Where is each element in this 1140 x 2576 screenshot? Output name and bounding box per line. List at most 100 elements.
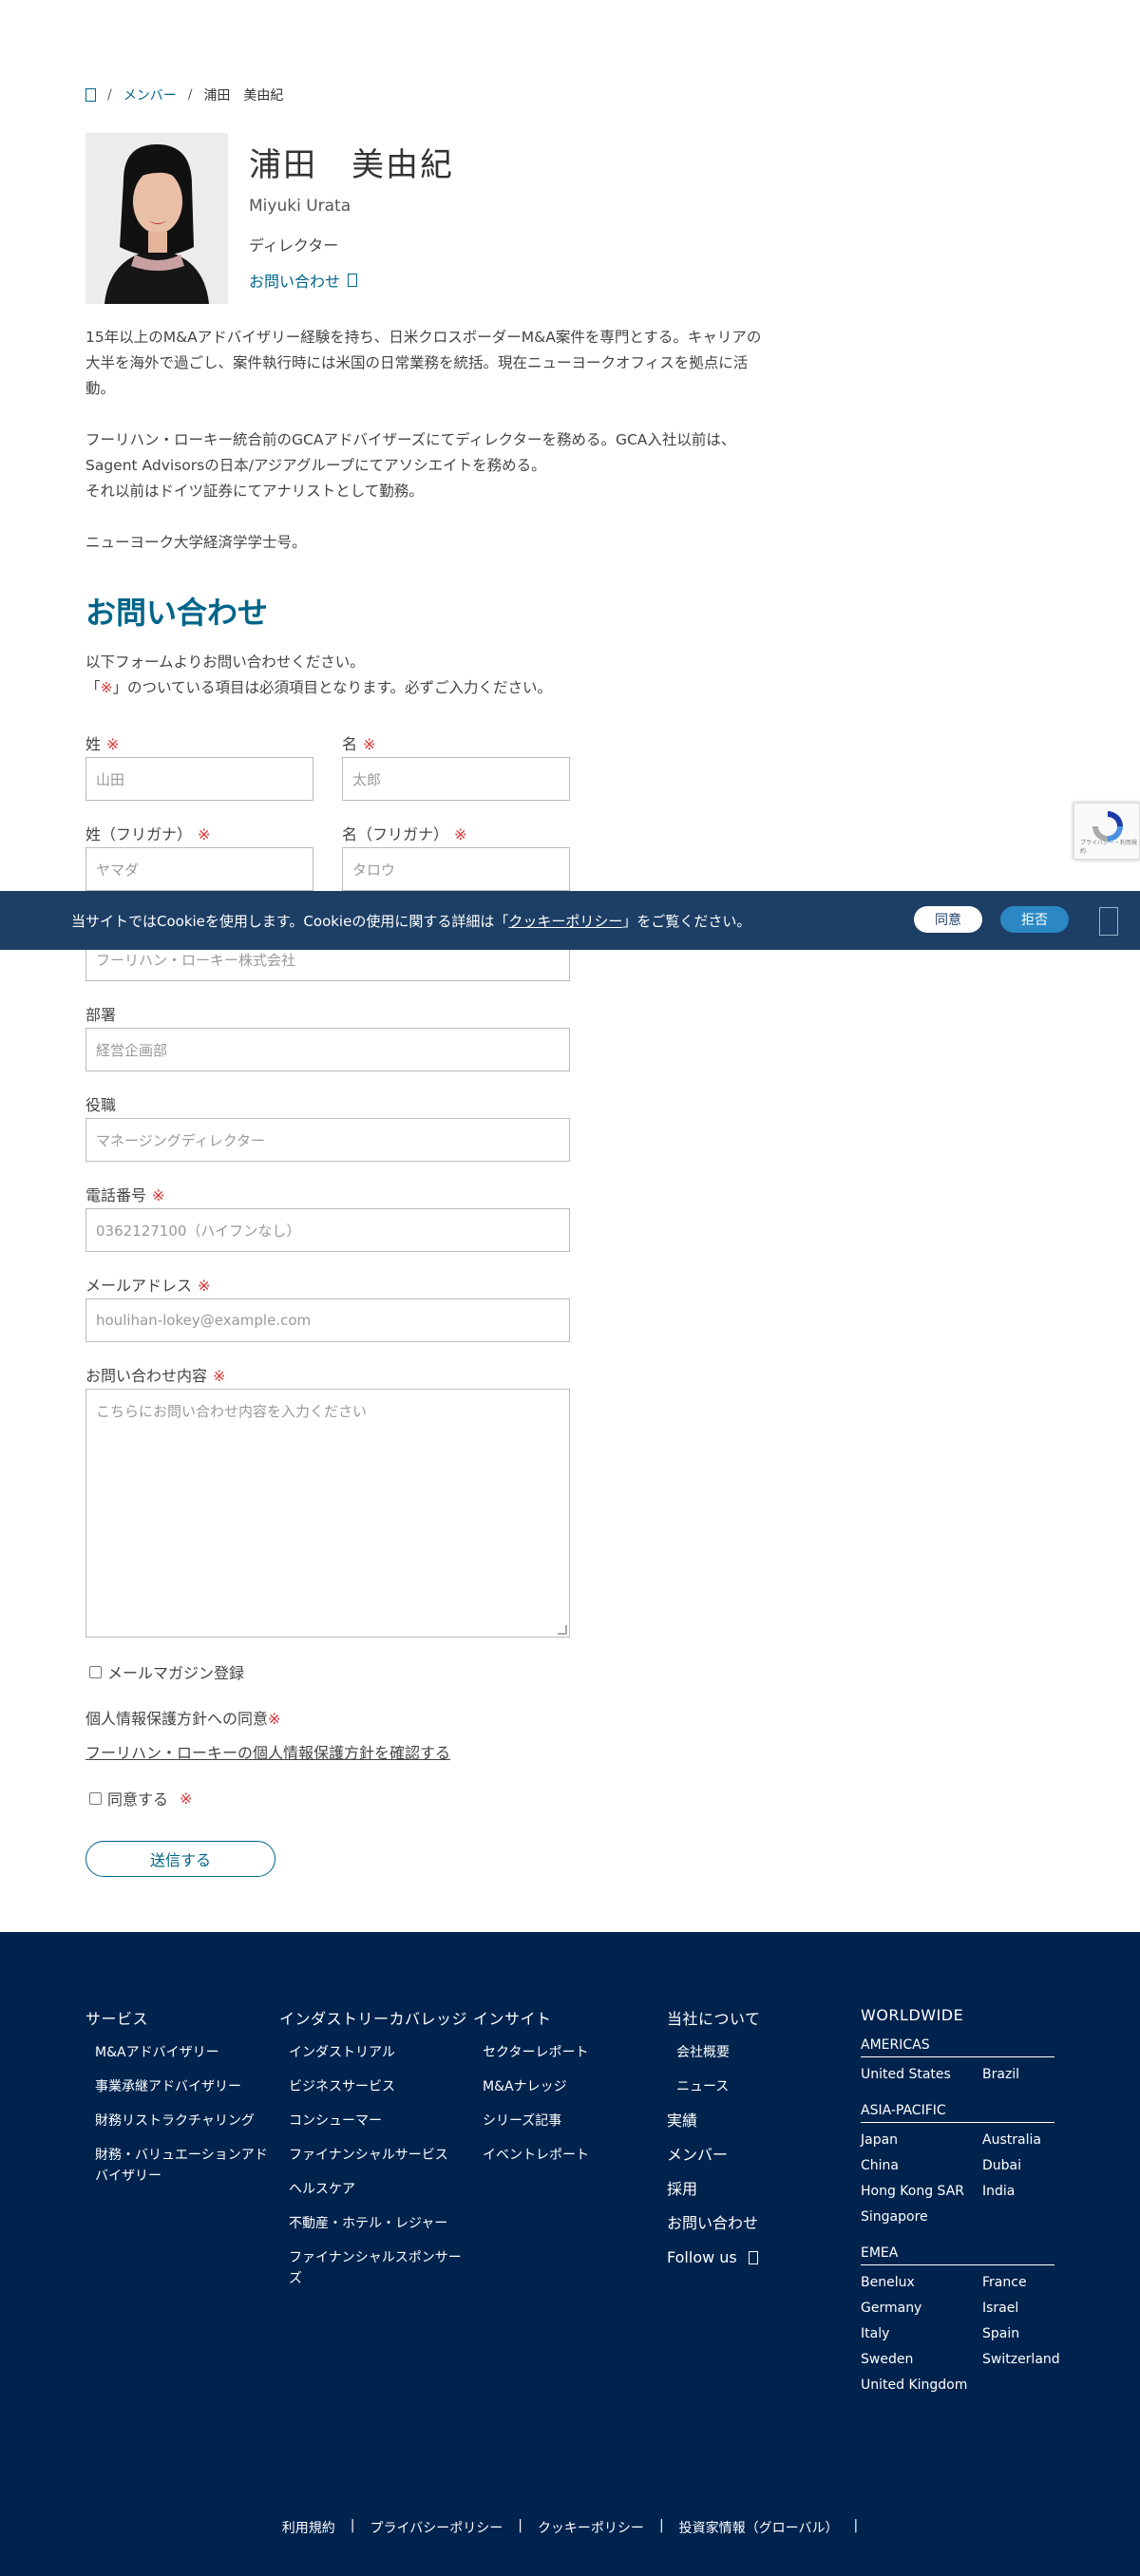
recaptcha-text: プライバシー・利用規約 bbox=[1080, 840, 1137, 855]
site-footer: サービス M&Aアドバイザリー 事業承継アドバイザリー 財務リストラクチャリング… bbox=[0, 1932, 1140, 2576]
profile-name-en: Miyuki Urata bbox=[249, 197, 352, 216]
investor-link[interactable]: 投資家情報（グローバル） bbox=[679, 2518, 839, 2537]
external-link-icon bbox=[748, 2251, 758, 2264]
terms-link[interactable]: 利用規約 bbox=[282, 2518, 335, 2537]
country-link[interactable]: Singapore bbox=[861, 2209, 982, 2225]
country-link[interactable]: Germany bbox=[861, 2301, 982, 2316]
footer-link[interactable]: メンバー bbox=[667, 2145, 847, 2166]
message-placeholder: こちらにお問い合わせ内容を入力ください bbox=[96, 1403, 368, 1420]
privacy-policy-link[interactable]: フーリハン・ローキーの個人情報保護方針を確認する bbox=[86, 1740, 450, 1763]
footer-link[interactable]: 財務リストラクチャリング bbox=[86, 2111, 276, 2131]
country-link[interactable]: Spain bbox=[982, 2326, 1077, 2341]
newsletter-option[interactable]: メールマガジン登録 bbox=[89, 1660, 244, 1683]
footer-col-title[interactable]: インダストリーカバレッジ bbox=[279, 2006, 474, 2029]
country-link[interactable]: Dubai bbox=[982, 2158, 1077, 2173]
footer-col-title[interactable]: インサイト bbox=[473, 2006, 654, 2029]
footer-link[interactable]: ニュース bbox=[667, 2076, 847, 2097]
last-kana-label: 姓（フリガナ） ※ bbox=[86, 825, 211, 843]
department-input[interactable]: 経営企画部 bbox=[86, 1028, 570, 1071]
country-link[interactable]: United States bbox=[861, 2067, 982, 2082]
region-asia-pacific: ASIA-PACIFIC bbox=[861, 2103, 1054, 2123]
country-link[interactable]: India bbox=[982, 2184, 1077, 2199]
region-americas: AMERICAS bbox=[861, 2037, 1054, 2057]
country-link[interactable]: Australia bbox=[982, 2132, 1077, 2148]
breadcrumb-members-link[interactable]: メンバー bbox=[124, 85, 177, 104]
message-textarea[interactable]: こちらにお問い合わせ内容を入力ください bbox=[86, 1389, 570, 1638]
first-kana-input[interactable]: タロウ bbox=[342, 847, 570, 891]
consent-title: 個人情報保護方針への同意※ bbox=[86, 1710, 281, 1728]
footer-link[interactable]: M&Aアドバイザリー bbox=[86, 2042, 276, 2063]
footer-link[interactable]: 事業承継アドバイザリー bbox=[86, 2076, 276, 2097]
footer-col-title[interactable]: サービス bbox=[86, 2006, 276, 2029]
country-link[interactable]: Sweden bbox=[861, 2352, 982, 2367]
follow-us-link[interactable]: Follow us bbox=[667, 2247, 847, 2268]
bio-paragraph: 15年以上のM&Aアドバイザリー経験を持ち、日米クロスボーダーM&A案件を専門と… bbox=[86, 329, 762, 397]
resize-grip-icon[interactable] bbox=[558, 1625, 567, 1635]
profile-info: 浦田 美由紀 Miyuki Urata ディレクター お問い合わせ bbox=[249, 133, 454, 304]
first-name-input[interactable]: 太郎 bbox=[342, 757, 570, 801]
country-link[interactable]: Italy bbox=[861, 2326, 982, 2341]
newsletter-checkbox[interactable] bbox=[89, 1665, 102, 1678]
profile-bio: 15年以上のM&Aアドバイザリー経験を持ち、日米クロスボーダーM&A案件を専門と… bbox=[86, 325, 765, 581]
close-icon[interactable] bbox=[1099, 907, 1118, 936]
footer-link[interactable]: インダストリアル bbox=[279, 2042, 474, 2063]
cookie-policy-link[interactable]: クッキーポリシー bbox=[508, 913, 622, 930]
profile-photo bbox=[86, 133, 228, 304]
country-list: Benelux France Germany Israel Italy Spai… bbox=[861, 2275, 1089, 2393]
country-link[interactable]: Japan bbox=[861, 2132, 982, 2148]
profile-contact-link[interactable]: お問い合わせ bbox=[249, 269, 358, 292]
agree-label: 同意する bbox=[107, 1790, 169, 1809]
country-link[interactable]: Hong Kong SAR bbox=[861, 2184, 982, 2199]
footer-link[interactable]: 採用 bbox=[667, 2179, 847, 2200]
footer-link[interactable]: 財務・バリュエーションアドバイザリー bbox=[86, 2145, 276, 2187]
footer-col-title[interactable]: 当社について bbox=[667, 2006, 847, 2029]
country-link[interactable]: Benelux bbox=[861, 2275, 982, 2290]
country-link[interactable]: Israel bbox=[982, 2301, 1077, 2316]
profile-name-ja: 浦田 美由紀 bbox=[249, 146, 454, 184]
phone-input[interactable]: 0362127100（ハイフンなし） bbox=[86, 1208, 570, 1252]
country-link[interactable]: France bbox=[982, 2275, 1077, 2290]
bio-paragraph: ニューヨーク大学経済学学士号。 bbox=[86, 534, 307, 551]
footer-link[interactable]: セクターレポート bbox=[473, 2042, 654, 2063]
agree-option[interactable]: 同意する ※ bbox=[89, 1787, 192, 1809]
footer-link[interactable]: ファイナンシャルサービス bbox=[279, 2145, 474, 2166]
email-input[interactable]: houlihan-lokey@example.com bbox=[86, 1298, 570, 1342]
cookie-decline-button[interactable]: 拒否 bbox=[1000, 906, 1069, 933]
breadcrumb-current: 浦田 美由紀 bbox=[203, 88, 284, 104]
divider: | bbox=[518, 2518, 522, 2533]
footer-link[interactable]: イベントレポート bbox=[473, 2145, 654, 2166]
footer-link[interactable]: コンシューマー bbox=[279, 2111, 474, 2131]
recaptcha-badge[interactable]: プライバシー・利用規約 bbox=[1074, 803, 1140, 860]
submit-button[interactable]: 送信する bbox=[86, 1841, 276, 1877]
footer-link[interactable]: 会社概要 bbox=[667, 2042, 847, 2063]
divider: | bbox=[853, 2518, 859, 2533]
last-kana-input[interactable]: ヤマダ bbox=[86, 847, 314, 891]
first-name-label: 名 ※ bbox=[342, 735, 376, 753]
privacy-link[interactable]: プライバシーポリシー bbox=[370, 2518, 503, 2537]
cookie-policy-footer-link[interactable]: クッキーポリシー bbox=[538, 2518, 644, 2537]
agree-checkbox[interactable] bbox=[89, 1791, 102, 1805]
footer-link[interactable]: 実績 bbox=[667, 2111, 847, 2131]
required-mark: ※ bbox=[180, 1789, 193, 1808]
cookie-banner: 当サイトではCookieを使用します。Cookieの使用に関する詳細は「クッキー… bbox=[0, 891, 1140, 950]
footer-link[interactable]: シリーズ記事 bbox=[473, 2111, 654, 2131]
home-icon[interactable] bbox=[86, 88, 96, 102]
footer-link[interactable]: ファイナンシャルスポンサーズ bbox=[279, 2247, 474, 2289]
footer-col-company: 当社について 会社概要 ニュース 実績 メンバー 採用 お問い合わせ Follo… bbox=[667, 2006, 847, 2282]
country-link[interactable]: China bbox=[861, 2158, 982, 2173]
footer-link[interactable]: ヘルスケア bbox=[279, 2179, 474, 2200]
country-link[interactable]: Switzerland bbox=[982, 2352, 1077, 2367]
position-input[interactable]: マネージングディレクター bbox=[86, 1118, 570, 1162]
message-label: お問い合わせ内容 ※ bbox=[86, 1367, 226, 1385]
country-list: United States Brazil bbox=[861, 2067, 1089, 2082]
divider: | bbox=[658, 2518, 664, 2533]
cookie-agree-button[interactable]: 同意 bbox=[914, 906, 982, 933]
newsletter-label: メールマガジン登録 bbox=[107, 1664, 245, 1682]
country-link[interactable]: United Kingdom bbox=[861, 2377, 982, 2393]
footer-link[interactable]: お問い合わせ bbox=[667, 2213, 847, 2234]
footer-link[interactable]: M&Aナレッジ bbox=[473, 2076, 654, 2097]
footer-link[interactable]: 不動産・ホテル・レジャー bbox=[279, 2213, 474, 2234]
country-link[interactable]: Brazil bbox=[982, 2067, 1077, 2082]
last-name-input[interactable]: 山田 bbox=[86, 757, 314, 801]
footer-link[interactable]: ビジネスサービス bbox=[279, 2076, 474, 2097]
